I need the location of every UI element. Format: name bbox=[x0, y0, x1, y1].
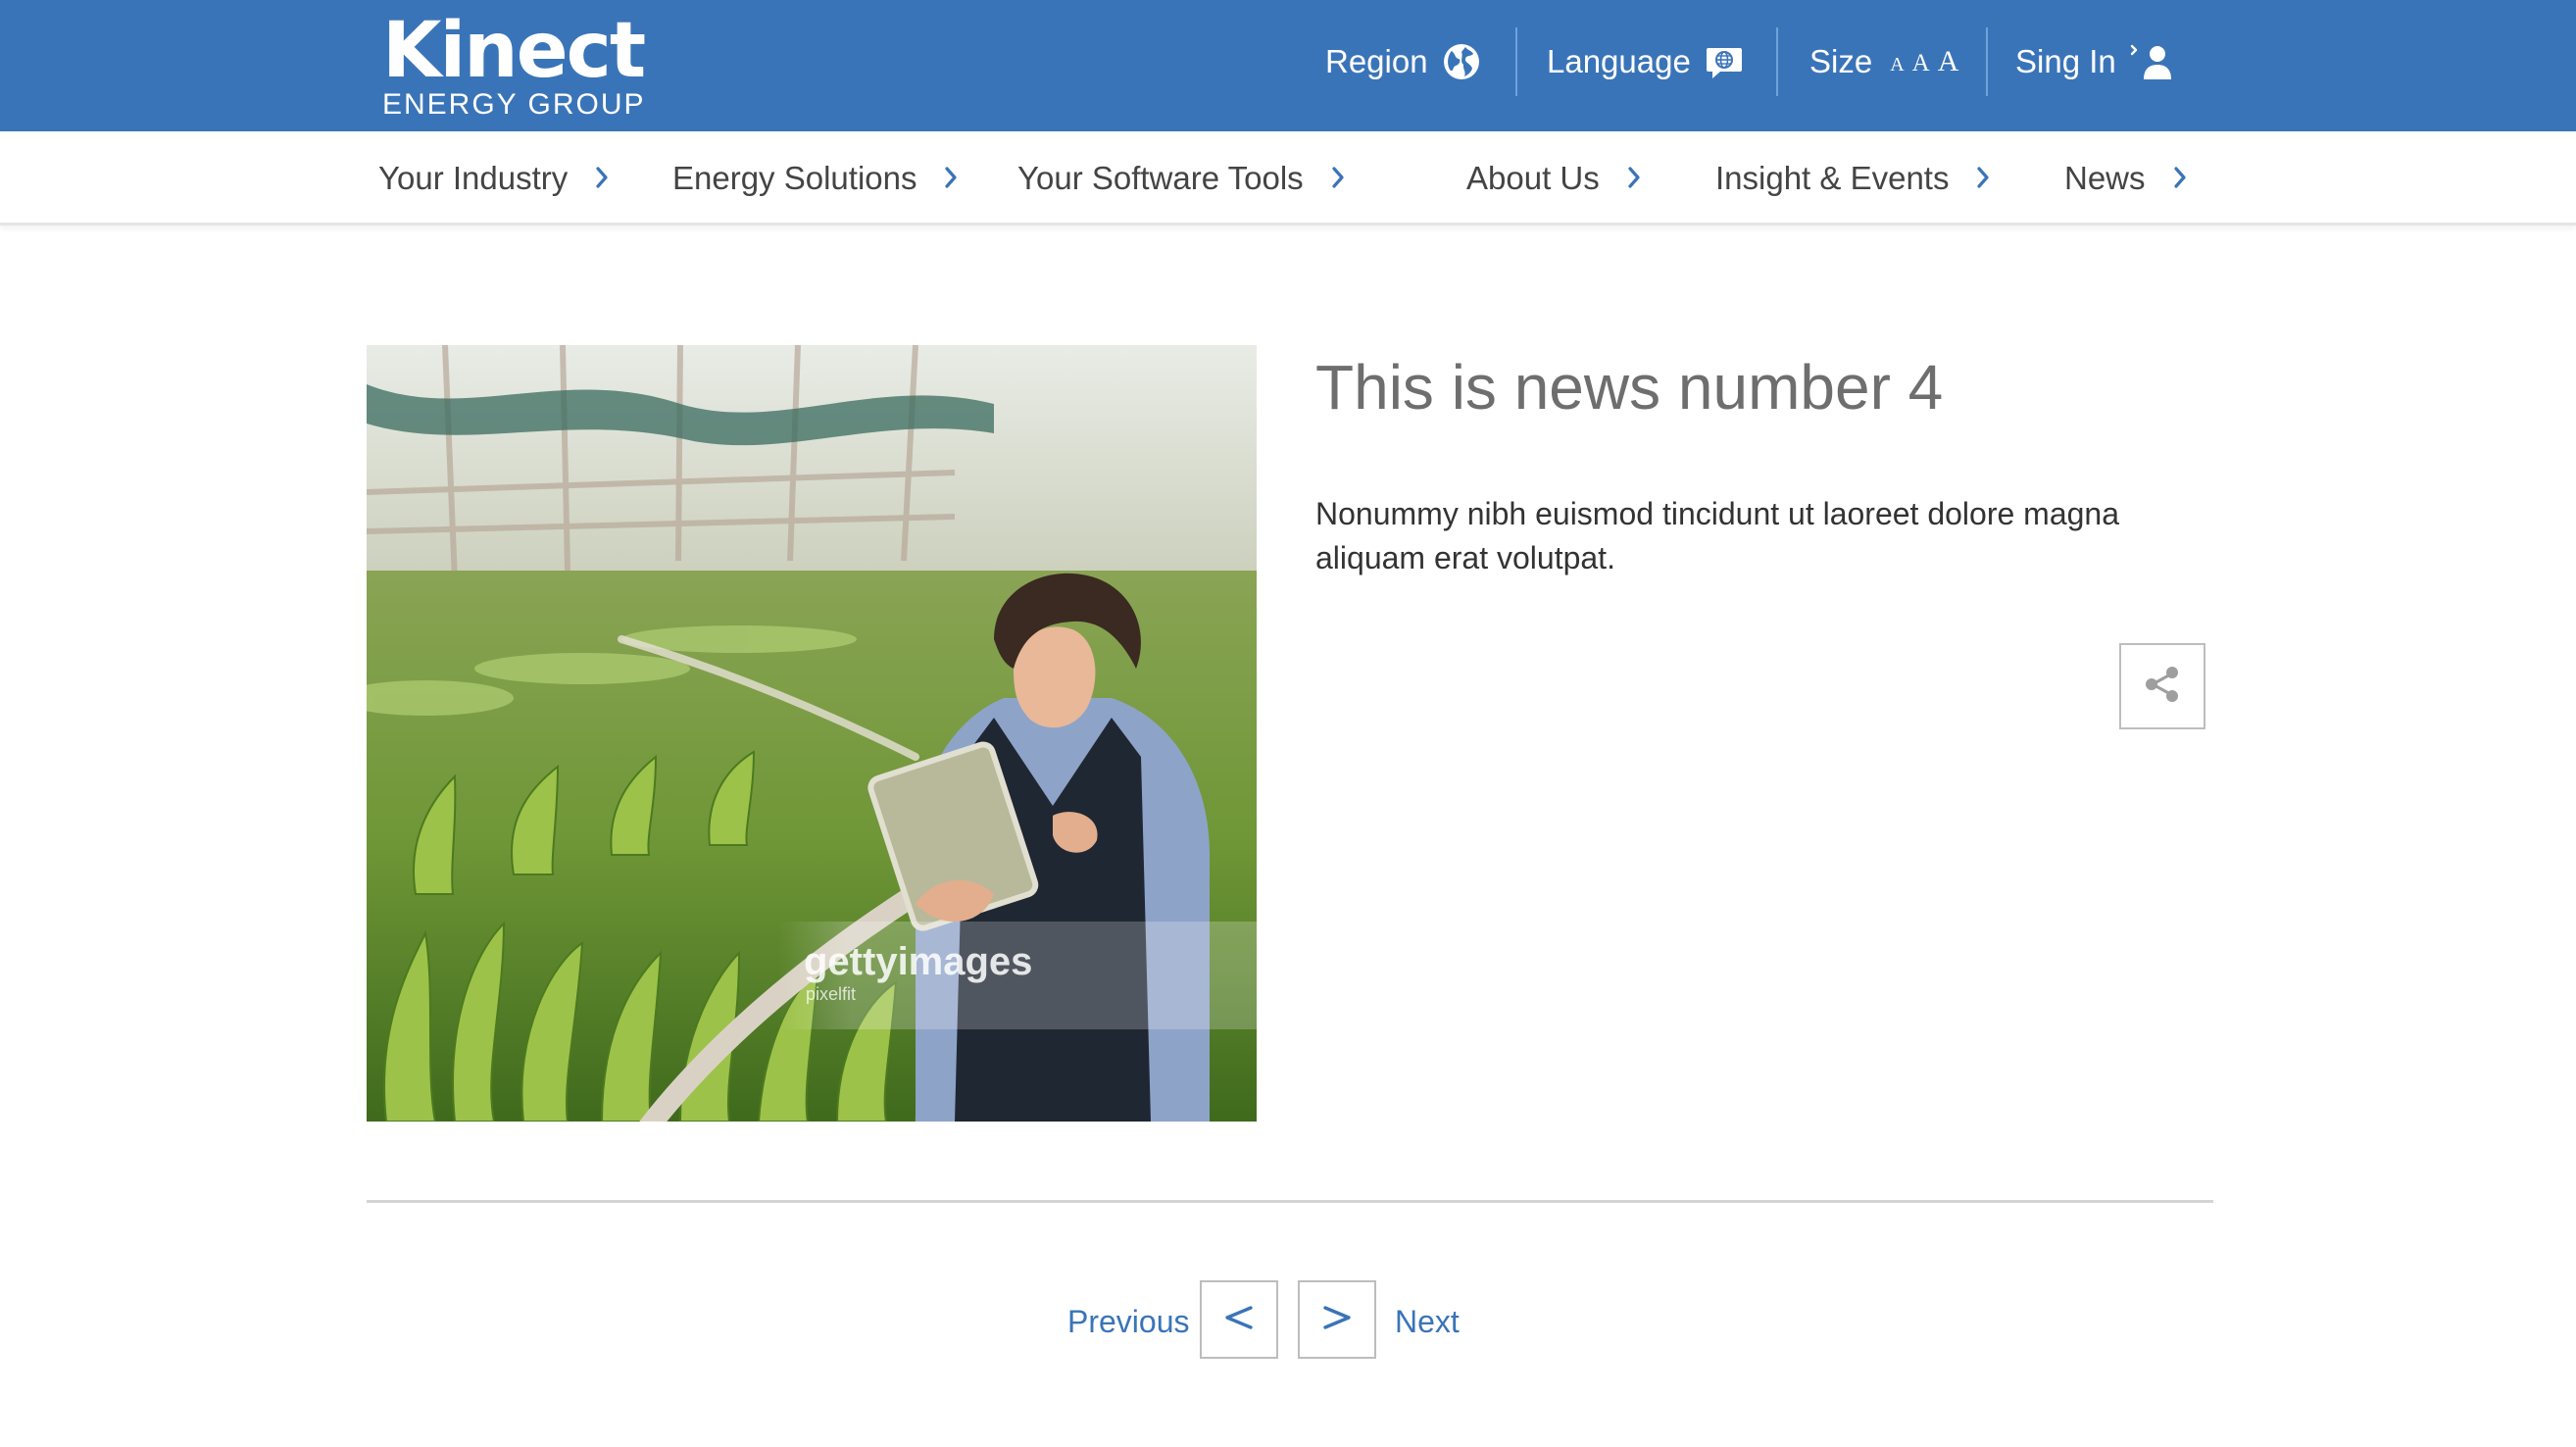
chevron-right-icon bbox=[1976, 160, 1990, 197]
getty-watermark-credit: pixelfit bbox=[806, 984, 856, 1004]
nav-item-your-software-tools[interactable]: Your Software Tools bbox=[1017, 131, 1345, 225]
chevron-right-icon bbox=[2173, 160, 2187, 197]
utility-divider bbox=[1986, 27, 1988, 96]
nav-item-about-us[interactable]: About Us bbox=[1466, 131, 1641, 225]
top-header-bar: Kinect ENERGY GROUP Region Language Size… bbox=[0, 0, 2576, 131]
nav-item-your-industry[interactable]: Your Industry bbox=[378, 131, 609, 225]
next-link[interactable]: Next bbox=[1395, 1294, 1460, 1349]
language-label: Language bbox=[1547, 43, 1691, 79]
chevron-right-icon bbox=[1627, 160, 1641, 197]
nav-item-label: Insight & Events bbox=[1715, 160, 1950, 196]
previous-button[interactable] bbox=[1200, 1280, 1278, 1359]
article-hero-image: gettyimages pixelfit bbox=[367, 345, 1257, 1122]
next-button[interactable] bbox=[1298, 1280, 1376, 1359]
content-divider bbox=[367, 1200, 2213, 1203]
brand-logo[interactable]: Kinect ENERGY GROUP bbox=[382, 10, 646, 120]
user-login-icon bbox=[2130, 42, 2175, 81]
share-icon bbox=[2141, 663, 2184, 711]
nav-item-label: Your Industry bbox=[378, 160, 569, 196]
region-selector[interactable]: Region bbox=[1325, 27, 1481, 96]
text-size-control: Size A A A bbox=[1809, 27, 1958, 96]
language-selector[interactable]: Language bbox=[1547, 27, 1744, 96]
utility-divider bbox=[1515, 27, 1517, 96]
main-navigation: Your Industry Energy Solutions Your Soft… bbox=[0, 131, 2576, 225]
nav-item-label: Energy Solutions bbox=[672, 160, 917, 196]
nav-item-energy-solutions[interactable]: Energy Solutions bbox=[672, 131, 958, 225]
nav-item-label: About Us bbox=[1466, 160, 1600, 196]
getty-watermark: gettyimages bbox=[804, 940, 1032, 983]
chevron-left-icon bbox=[1221, 1300, 1257, 1340]
size-label: Size bbox=[1809, 43, 1873, 79]
article-body: Nonummy nibh euismod tincidunt ut laoree… bbox=[1315, 496, 2120, 575]
nav-item-label: Your Software Tools bbox=[1017, 160, 1304, 196]
globe-icon bbox=[1442, 42, 1481, 81]
utility-divider bbox=[1776, 27, 1778, 96]
brand-logo-tagline: ENERGY GROUP bbox=[382, 88, 646, 121]
text-size-small-button[interactable]: A bbox=[1890, 54, 1904, 76]
speech-globe-icon bbox=[1705, 42, 1744, 81]
nav-item-news[interactable]: News bbox=[2064, 131, 2187, 225]
chevron-right-icon bbox=[595, 160, 609, 197]
signin-label: Sing In bbox=[2015, 43, 2116, 79]
previous-link[interactable]: Previous bbox=[1067, 1294, 1190, 1349]
brand-logo-name: Kinect bbox=[382, 7, 646, 95]
signin-link[interactable]: Sing In bbox=[2015, 27, 2175, 96]
share-button[interactable] bbox=[2119, 643, 2205, 729]
chevron-right-icon bbox=[1331, 160, 1345, 197]
nav-item-insight-events[interactable]: Insight & Events bbox=[1715, 131, 1990, 225]
nav-item-label: News bbox=[2064, 160, 2146, 196]
text-size-large-button[interactable]: A bbox=[1938, 45, 1959, 78]
article-title: This is news number 4 bbox=[1315, 352, 1944, 423]
text-size-medium-button[interactable]: A bbox=[1912, 50, 1930, 77]
chevron-right-icon bbox=[1319, 1300, 1355, 1340]
chevron-right-icon bbox=[944, 160, 958, 197]
region-label: Region bbox=[1325, 43, 1428, 79]
